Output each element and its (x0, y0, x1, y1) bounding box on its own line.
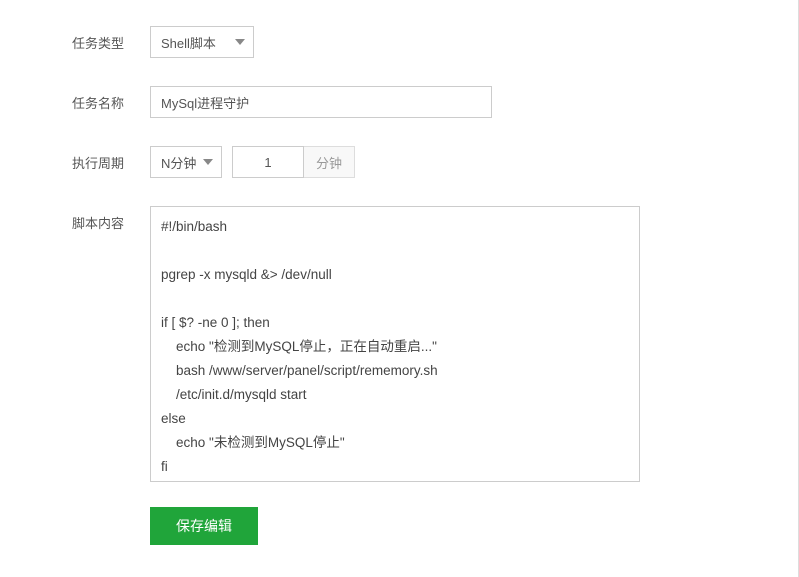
interval-value-input[interactable] (232, 146, 304, 178)
interval-unit-select[interactable]: N分钟 (150, 146, 222, 178)
label-task-name: 任务名称 (72, 86, 136, 112)
task-form: 任务类型 Shell脚本 任务名称 执行周期 N分钟 (0, 8, 799, 545)
task-name-input[interactable] (150, 86, 492, 118)
row-submit: 保存编辑 (72, 507, 799, 545)
label-interval: 执行周期 (72, 146, 136, 172)
interval-value-group: 分钟 (232, 146, 355, 178)
form-panel: 任务类型 Shell脚本 任务名称 执行周期 N分钟 (0, 0, 799, 577)
interval-suffix: 分钟 (304, 146, 355, 178)
task-type-select[interactable]: Shell脚本 (150, 26, 254, 58)
row-script: 脚本内容 (72, 206, 799, 485)
row-interval: 执行周期 N分钟 分钟 (72, 146, 799, 178)
row-task-name: 任务名称 (72, 86, 799, 118)
row-task-type: 任务类型 Shell脚本 (72, 26, 799, 58)
script-textarea[interactable] (150, 206, 640, 482)
chevron-down-icon (235, 39, 245, 45)
chevron-down-icon (203, 159, 213, 165)
label-script: 脚本内容 (72, 206, 136, 232)
save-button[interactable]: 保存编辑 (150, 507, 258, 545)
label-task-type: 任务类型 (72, 26, 136, 52)
interval-unit-selected: N分钟 (161, 153, 196, 172)
task-type-selected: Shell脚本 (161, 33, 216, 52)
